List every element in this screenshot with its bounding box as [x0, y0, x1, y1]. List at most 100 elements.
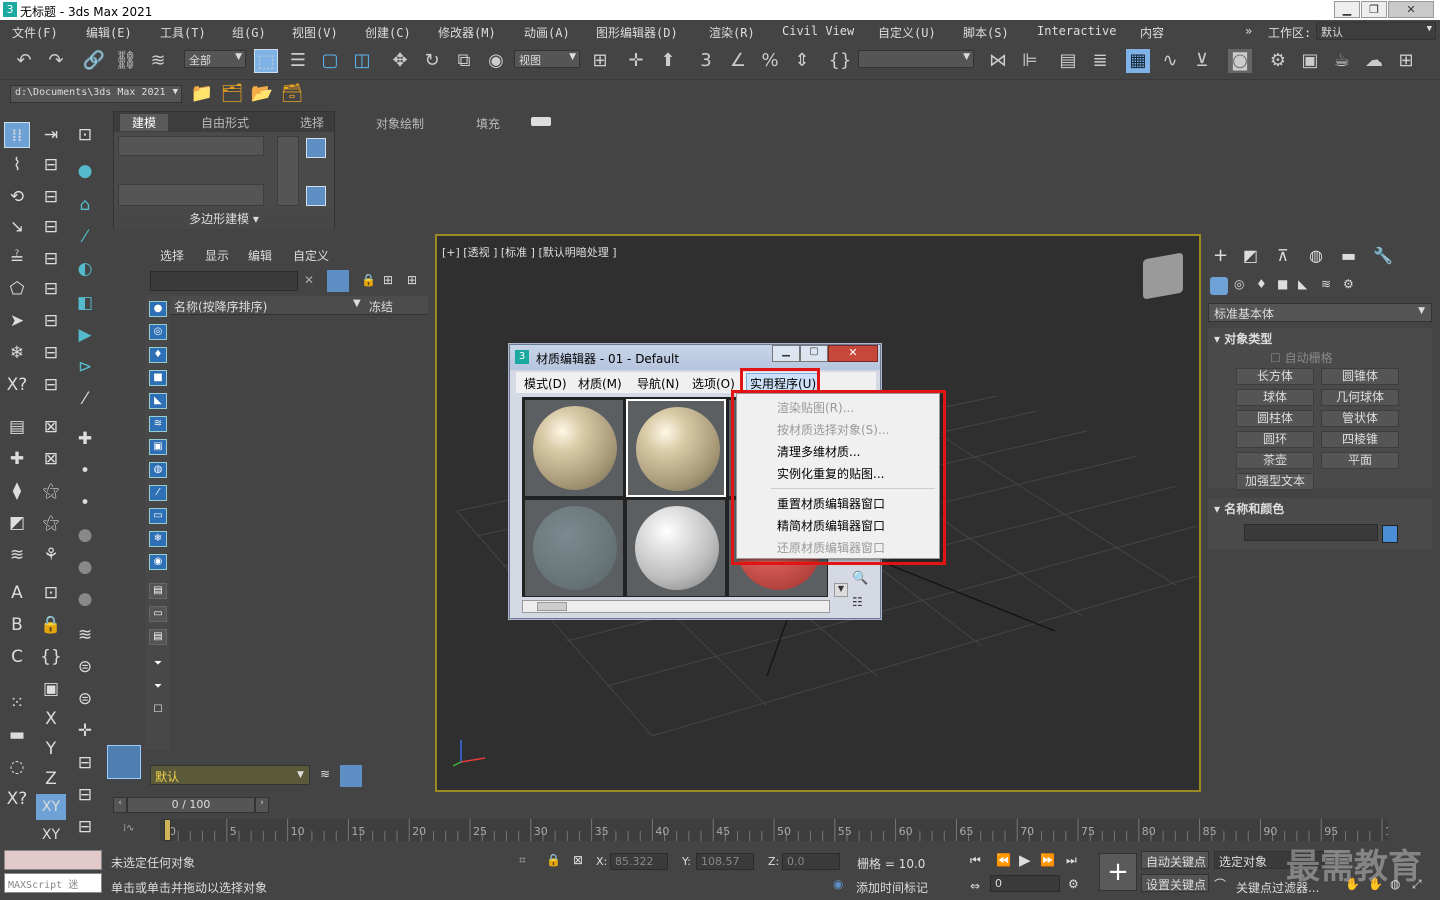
- next-frame-icon[interactable]: ⏩: [1040, 853, 1055, 867]
- graphite-toggle-2-icon[interactable]: [306, 186, 326, 206]
- tool-3-22-icon[interactable]: ⊟: [72, 814, 98, 840]
- curve-editor-icon[interactable]: ∿: [1158, 49, 1182, 73]
- filter-shapes-icon[interactable]: ◎: [149, 324, 167, 340]
- tab-selection[interactable]: 选择: [300, 114, 324, 131]
- selection-filter-dropdown[interactable]: 全部 ▼: [184, 50, 246, 68]
- tool-3-13-icon[interactable]: ●: [72, 522, 98, 548]
- move-icon[interactable]: ✥: [388, 49, 412, 73]
- workspace-dropdown[interactable]: 默认 ▼: [1316, 22, 1436, 40]
- isolate-selection-icon[interactable]: ⌗: [519, 853, 526, 868]
- lasso-icon[interactable]: ⌇: [4, 152, 30, 178]
- link-icon[interactable]: 🔗: [82, 49, 106, 73]
- tool-3-20-icon[interactable]: ⊟: [72, 750, 98, 776]
- graphite-toggle-1-icon[interactable]: [306, 138, 326, 158]
- cylinder-button[interactable]: 圆柱体: [1236, 410, 1314, 427]
- mat-maximize-button[interactable]: ▢: [800, 345, 828, 362]
- close-button[interactable]: ✕: [1388, 1, 1434, 18]
- tool-2-9-icon[interactable]: ⊟: [38, 372, 64, 398]
- letter-b-icon[interactable]: B: [4, 612, 30, 638]
- tool-3-4-icon[interactable]: ⁄: [72, 224, 98, 250]
- scene-view-toggle-icon[interactable]: [340, 765, 362, 787]
- set-key-big-button[interactable]: +: [1099, 853, 1137, 891]
- sample-slots-scrollbar[interactable]: [522, 600, 830, 613]
- hierarchy-icon[interactable]: ⊞: [383, 273, 393, 287]
- menu-interactive[interactable]: Interactive: [1037, 24, 1116, 38]
- render-grid-icon[interactable]: ⊞: [1394, 49, 1418, 73]
- menu-tools[interactable]: 工具(T): [160, 24, 206, 41]
- filter-containers-icon[interactable]: ▭: [149, 508, 167, 524]
- name-color-rollout-title[interactable]: ▾ 名称和颜色: [1214, 500, 1284, 517]
- tool-3-6-icon[interactable]: ◧: [72, 290, 98, 316]
- project-create-icon[interactable]: 📂: [250, 82, 274, 106]
- tool-3-21-icon[interactable]: ⊟: [72, 782, 98, 808]
- filter-xrefs-icon[interactable]: ◍: [149, 462, 167, 478]
- menu-view[interactable]: 视图(V): [292, 24, 338, 41]
- tool-3-18-icon[interactable]: ⊜: [72, 686, 98, 712]
- layer-dropdown-arrow-icon[interactable]: ▼: [297, 770, 304, 780]
- key-mode-toggle-icon[interactable]: ⇔: [970, 879, 980, 893]
- poly-modeling-panel-label[interactable]: 多边形建模 ▾: [114, 209, 334, 229]
- tab-object-paint[interactable]: 对象绘制: [376, 115, 424, 132]
- spinner-snap-icon[interactable]: ⇕: [790, 49, 814, 73]
- menu-customize[interactable]: 自定义(U): [878, 24, 936, 41]
- object-type-rollout-title[interactable]: ▾ 对象类型: [1214, 330, 1272, 347]
- project-open-icon[interactable]: 🗂: [220, 82, 244, 106]
- create-tab-icon[interactable]: +: [1213, 245, 1228, 266]
- display-tab-icon[interactable]: ▬: [1341, 246, 1356, 265]
- select-by-name-icon[interactable]: ☰: [286, 49, 310, 73]
- filter-lights-icon[interactable]: ♦: [149, 347, 167, 363]
- select-object-icon[interactable]: ⬚: [254, 49, 278, 73]
- render-production-icon[interactable]: ☕: [1330, 49, 1354, 73]
- render-cloud-icon[interactable]: ☁: [1362, 49, 1386, 73]
- go-to-end-icon[interactable]: ⏭: [1066, 853, 1077, 868]
- align-icon[interactable]: ⊫: [1018, 49, 1042, 73]
- geometry-category-icon[interactable]: [1210, 277, 1228, 295]
- cone-button[interactable]: 圆锥体: [1321, 368, 1399, 385]
- time-slider-prev-icon[interactable]: ‹: [113, 797, 127, 813]
- unlink-icon[interactable]: ⛓: [114, 49, 138, 73]
- filter-icon[interactable]: [327, 270, 349, 292]
- tool-3-9-icon[interactable]: ⁄: [72, 386, 98, 412]
- menu-modifiers[interactable]: 修改器(M): [438, 24, 496, 41]
- placement-icon[interactable]: ◉: [484, 49, 508, 73]
- display-none-icon[interactable]: ▭: [149, 606, 167, 622]
- menu-create[interactable]: 创建(C): [365, 24, 411, 41]
- tool-2-11-icon[interactable]: ⊠: [38, 446, 64, 472]
- scene-explorer-icon[interactable]: ▤: [1056, 49, 1080, 73]
- window-crossing-icon[interactable]: ◫: [350, 49, 374, 73]
- rectangular-selection-icon[interactable]: ▢: [318, 49, 342, 73]
- filter-box-icon[interactable]: ☐: [149, 703, 167, 719]
- tool-3-16-icon[interactable]: ≋: [72, 622, 98, 648]
- mat-menu-navigation[interactable]: 导航(N): [637, 375, 679, 392]
- autogrid-checkbox[interactable]: ☐ 自动栅格: [1270, 349, 1333, 366]
- magnify-icon[interactable]: 🔍: [852, 571, 868, 586]
- time-slider-next-icon[interactable]: ›: [255, 797, 269, 813]
- teapot-button[interactable]: 茶壶: [1236, 452, 1314, 469]
- filter-helpers-icon[interactable]: ◣: [149, 393, 167, 409]
- auto-key-button[interactable]: 自动关键点: [1141, 851, 1209, 869]
- tool-3-15-icon[interactable]: ●: [72, 586, 98, 612]
- menu-graph-editors[interactable]: 图形编辑器(D): [596, 24, 678, 41]
- utilities-tab-icon[interactable]: 🔧: [1373, 246, 1393, 265]
- minimize-button[interactable]: ▁: [1334, 1, 1360, 18]
- layers-toggle-icon[interactable]: ≋: [320, 767, 330, 781]
- scale-icon[interactable]: ⧉: [452, 49, 476, 73]
- previous-frame-icon[interactable]: ⏪: [996, 853, 1011, 867]
- selection-lock-icon[interactable]: 🔒: [546, 853, 561, 867]
- rotate-icon[interactable]: ↻: [420, 49, 444, 73]
- named-selection-dropdown[interactable]: ▼: [858, 50, 974, 68]
- textplus-button[interactable]: 加强型文本: [1236, 473, 1314, 490]
- mat-menu-modes[interactable]: 模式(D): [524, 375, 567, 392]
- go-to-start-icon[interactable]: ⏮: [970, 853, 981, 868]
- motion-tab-icon[interactable]: ◍: [1309, 246, 1323, 265]
- filter-frozen-icon[interactable]: ❄: [149, 531, 167, 547]
- ruler-icon[interactable]: ▬: [4, 722, 30, 748]
- lights-category-icon[interactable]: ♦: [1256, 277, 1267, 291]
- poly-tool-row2[interactable]: [118, 184, 264, 206]
- render-setup-icon[interactable]: ⚙: [1266, 49, 1290, 73]
- filter-hidden-icon[interactable]: ◉: [149, 554, 167, 570]
- y-axis-icon[interactable]: Y: [38, 736, 64, 762]
- add-layer-icon[interactable]: ✚: [4, 446, 30, 472]
- torus-button[interactable]: 圆环: [1236, 431, 1314, 448]
- sort-desc-icon[interactable]: ▼: [353, 298, 361, 309]
